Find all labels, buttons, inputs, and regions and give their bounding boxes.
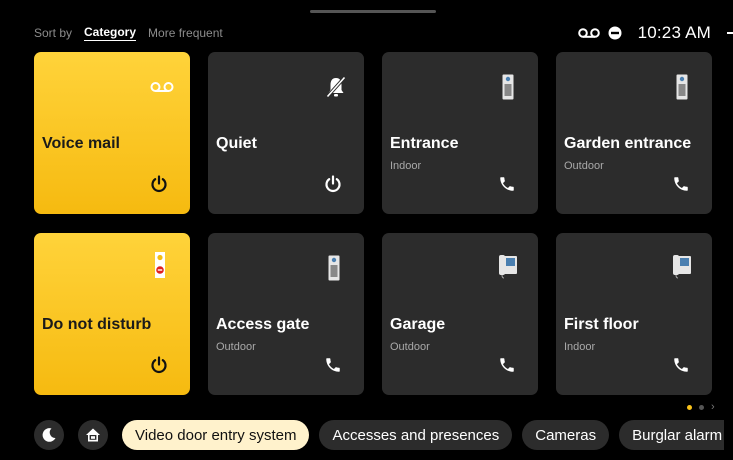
tile-access-gate[interactable]: Access gate Outdoor xyxy=(208,233,364,395)
power-icon[interactable] xyxy=(324,175,342,198)
intercom-handset-icon xyxy=(498,253,518,284)
phone-icon[interactable] xyxy=(498,175,516,198)
tile-quiet[interactable]: Quiet xyxy=(208,52,364,214)
tile-name: Voice mail xyxy=(42,135,120,152)
tile-garden-entrance[interactable]: Garden entrance Outdoor xyxy=(556,52,712,214)
page-indicator: › xyxy=(687,402,715,413)
tile-first-floor[interactable]: First floor Indoor xyxy=(556,233,712,395)
chip-cameras[interactable]: Cameras xyxy=(522,420,610,450)
chip-video-door-entry[interactable]: Video door entry system xyxy=(122,420,310,450)
tile-name: Garden entrance xyxy=(564,135,692,152)
door-panel-icon xyxy=(328,255,340,286)
drag-handle[interactable] xyxy=(310,10,436,13)
power-icon[interactable] xyxy=(150,356,168,379)
tile-entrance[interactable]: Entrance Indoor xyxy=(382,52,538,214)
bell-off-icon xyxy=(326,76,346,103)
phone-icon[interactable] xyxy=(324,356,342,379)
home-scenario-button[interactable] xyxy=(78,420,108,450)
home-icon xyxy=(86,428,100,442)
moon-icon xyxy=(42,428,56,442)
night-mode-button[interactable] xyxy=(34,420,64,450)
tile-garage[interactable]: Garage Outdoor xyxy=(382,233,538,395)
category-bar: Video door entry system Accesses and pre… xyxy=(34,419,725,451)
tile-subtitle: Indoor xyxy=(564,341,596,353)
tile-name: Access gate xyxy=(216,316,310,333)
status-bar: 10:23 AM xyxy=(577,20,733,46)
power-icon[interactable] xyxy=(150,175,168,198)
sort-label: Sort by xyxy=(34,26,73,40)
tile-subtitle: Outdoor xyxy=(564,160,604,172)
tile-name: Entrance xyxy=(390,135,459,152)
tile-subtitle: Indoor xyxy=(390,160,422,172)
phone-icon[interactable] xyxy=(672,356,690,379)
chip-burglar-alarm[interactable]: Burglar alarm xyxy=(619,420,725,450)
door-hanger-icon xyxy=(154,251,166,284)
page-dot[interactable] xyxy=(699,405,704,410)
tile-name: Garage xyxy=(390,316,446,333)
intercom-handset-icon xyxy=(672,253,692,284)
chip-accesses-presences[interactable]: Accesses and presences xyxy=(319,420,513,450)
chevron-right-icon[interactable]: › xyxy=(711,402,715,413)
phone-icon[interactable] xyxy=(498,356,516,379)
tile-name: Do not disturb xyxy=(42,316,152,333)
do-not-disturb-icon xyxy=(608,26,622,40)
tile-subtitle: Outdoor xyxy=(390,341,430,353)
status-overflow xyxy=(727,32,733,34)
door-panel-icon xyxy=(676,74,688,105)
voicemail-icon xyxy=(150,80,174,98)
tile-subtitle: Outdoor xyxy=(216,341,256,353)
sort-option-frequent[interactable]: More frequent xyxy=(148,26,223,40)
phone-icon[interactable] xyxy=(672,175,690,198)
sort-option-category[interactable]: Category xyxy=(84,25,137,41)
door-panel-icon xyxy=(502,74,514,105)
voicemail-icon xyxy=(577,27,600,39)
page-dot-active[interactable] xyxy=(687,405,692,410)
tile-do-not-disturb[interactable]: Do not disturb xyxy=(34,233,190,395)
tile-name: First floor xyxy=(564,316,639,333)
clock: 10:23 AM xyxy=(637,23,711,42)
tile-voice-mail[interactable]: Voice mail xyxy=(34,52,190,214)
tile-name: Quiet xyxy=(216,135,257,152)
sort-bar: Sort by Category More frequent xyxy=(34,24,235,42)
